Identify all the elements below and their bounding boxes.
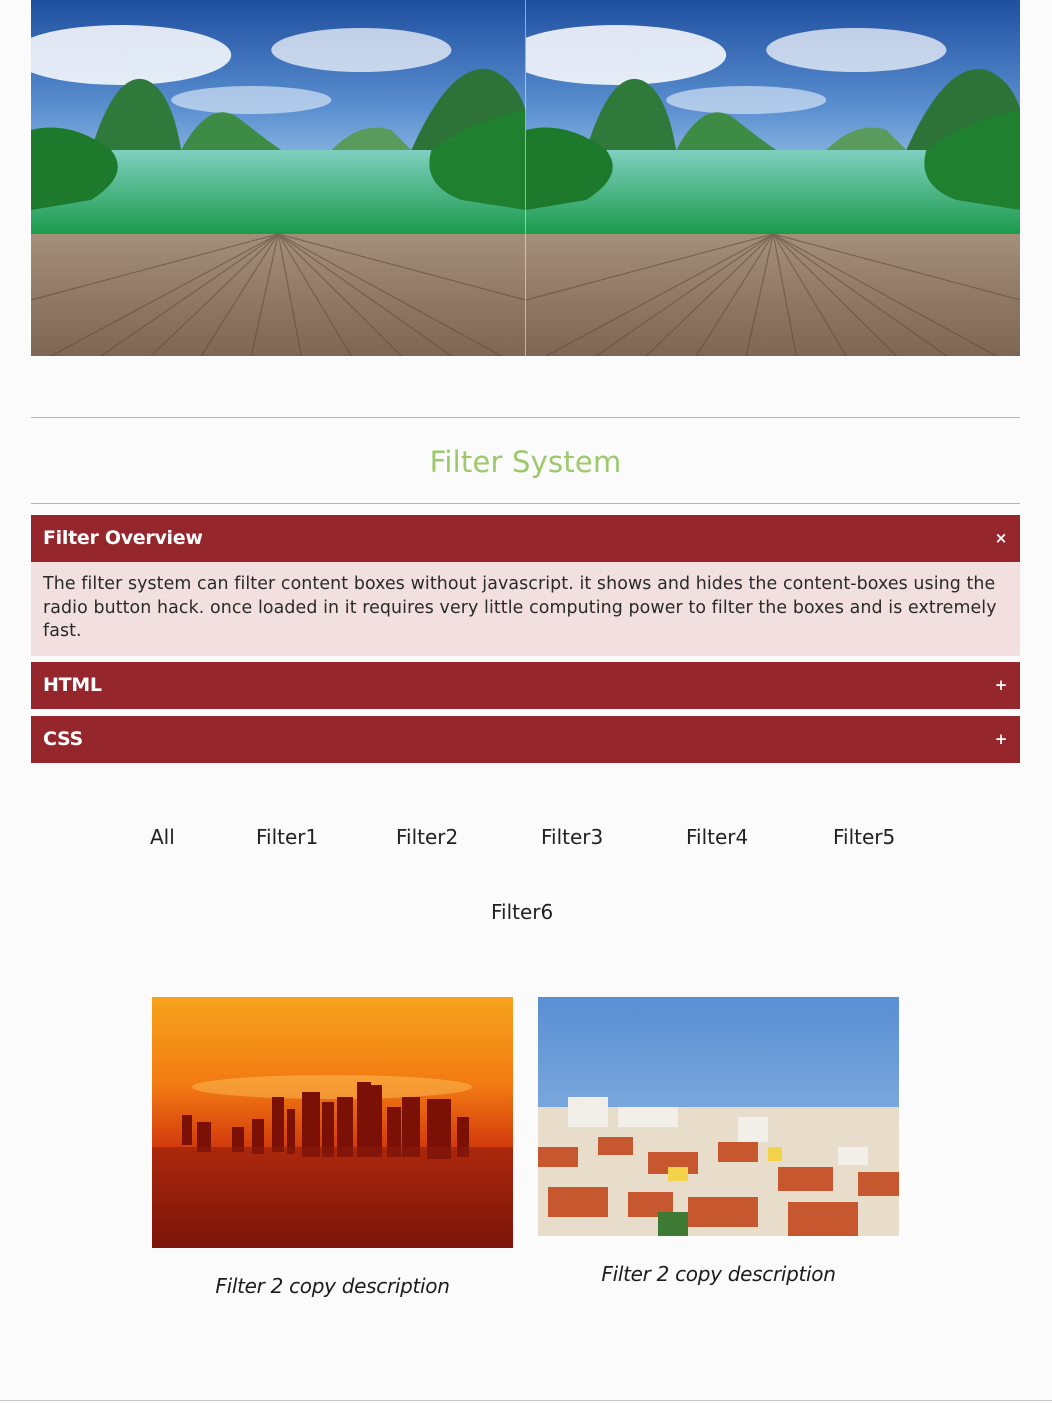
page-bottom-divider [0, 1400, 1052, 1401]
card-image-coastal-town[interactable] [538, 997, 899, 1236]
accordion-header-html[interactable]: HTML + [31, 662, 1020, 709]
accordion-title: CSS [43, 728, 83, 750]
accordion-title: Filter Overview [43, 527, 203, 549]
accordion-title: HTML [43, 674, 102, 696]
filter-button-filter2[interactable]: Filter2 [396, 820, 458, 854]
accordion-panel-filter-overview: The filter system can filter content box… [31, 562, 1020, 656]
accordion-body-text: The filter system can filter content box… [43, 574, 997, 641]
section-title: Filter System [429, 445, 622, 479]
card-caption: Filter 2 copy description [601, 1262, 836, 1286]
filter-button-filter3[interactable]: Filter3 [541, 820, 603, 854]
hero-image-right [525, 0, 1020, 356]
accordion-header-filter-overview[interactable]: Filter Overview × [31, 515, 1020, 562]
filter-button-filter6[interactable]: Filter6 [491, 895, 553, 929]
filter-button-all[interactable]: All [150, 820, 175, 854]
close-icon[interactable]: × [995, 515, 1008, 562]
accordion-header-css[interactable]: CSS + [31, 716, 1020, 763]
filter-button-filter4[interactable]: Filter4 [686, 820, 748, 854]
card-caption: Filter 2 copy description [215, 1274, 450, 1298]
divider-bottom [31, 503, 1020, 504]
card-image-skyline[interactable] [152, 997, 513, 1248]
plus-icon[interactable]: + [995, 716, 1008, 763]
divider-top [31, 417, 1020, 418]
filter-button-filter1[interactable]: Filter1 [256, 820, 318, 854]
hero-image-left [31, 0, 526, 356]
plus-icon[interactable]: + [995, 662, 1008, 709]
filter-button-filter5[interactable]: Filter5 [833, 820, 895, 854]
hero-banner [31, 0, 1020, 356]
